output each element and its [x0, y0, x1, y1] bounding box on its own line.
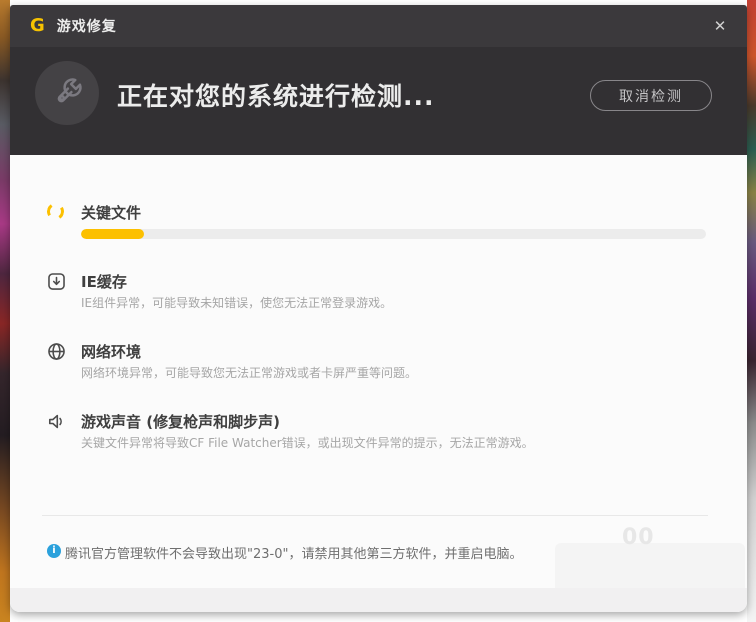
window-title: 游戏修复 — [56, 19, 117, 35]
spinner-icon — [45, 201, 66, 222]
progress-fill — [81, 229, 144, 239]
desktop-background-left-edge — [0, 0, 10, 622]
progress-bar — [81, 229, 706, 239]
game-repair-window: G 游戏修复 ✕ 正在对您的系统进行检测... 取消检测 关键文件 IE缓存 I… — [10, 5, 747, 612]
desktop-background-right-edge — [747, 0, 756, 622]
check-title: 关键文件 — [81, 204, 142, 222]
titlebar: G 游戏修复 ✕ — [10, 5, 747, 47]
download-icon — [47, 272, 66, 291]
check-title: 游戏声音 (修复枪声和脚步声) — [81, 413, 280, 431]
wrench-badge — [35, 61, 99, 125]
divider — [42, 515, 708, 516]
close-icon[interactable]: ✕ — [711, 17, 729, 35]
wrench-icon — [47, 73, 87, 113]
screenshot-stage: G 游戏修复 ✕ 正在对您的系统进行检测... 取消检测 关键文件 IE缓存 I… — [0, 0, 756, 622]
footer-note: 腾讯官方管理软件不会导致出现"23-0"，请禁用其他第三方软件，并重启电脑。 — [65, 547, 523, 562]
window-bottom-strip — [10, 588, 747, 612]
check-list: 关键文件 IE缓存 IE组件异常，可能导致未知错误，使您无法正常登录游戏。 网络… — [10, 155, 747, 612]
status-text: 正在对您的系统进行检测... — [117, 82, 435, 111]
info-icon: i — [47, 544, 61, 558]
cancel-scan-button[interactable]: 取消检测 — [590, 80, 712, 111]
watermark-text: 00 — [622, 525, 655, 550]
check-title: 网络环境 — [81, 343, 142, 361]
header: 正在对您的系统进行检测... 取消检测 — [10, 47, 747, 155]
check-desc: 关键文件异常将导致CF File Watcher错误，或出现文件异常的提示，无法… — [81, 436, 534, 450]
speaker-icon — [47, 412, 66, 431]
check-title: IE缓存 — [81, 273, 127, 291]
check-desc: IE组件异常，可能导致未知错误，使您无法正常登录游戏。 — [81, 296, 393, 310]
globe-icon — [47, 342, 66, 361]
check-desc: 网络环境异常，可能导致您无法正常游戏或者卡屏严重等问题。 — [81, 366, 418, 380]
app-logo-icon: G — [30, 15, 45, 36]
